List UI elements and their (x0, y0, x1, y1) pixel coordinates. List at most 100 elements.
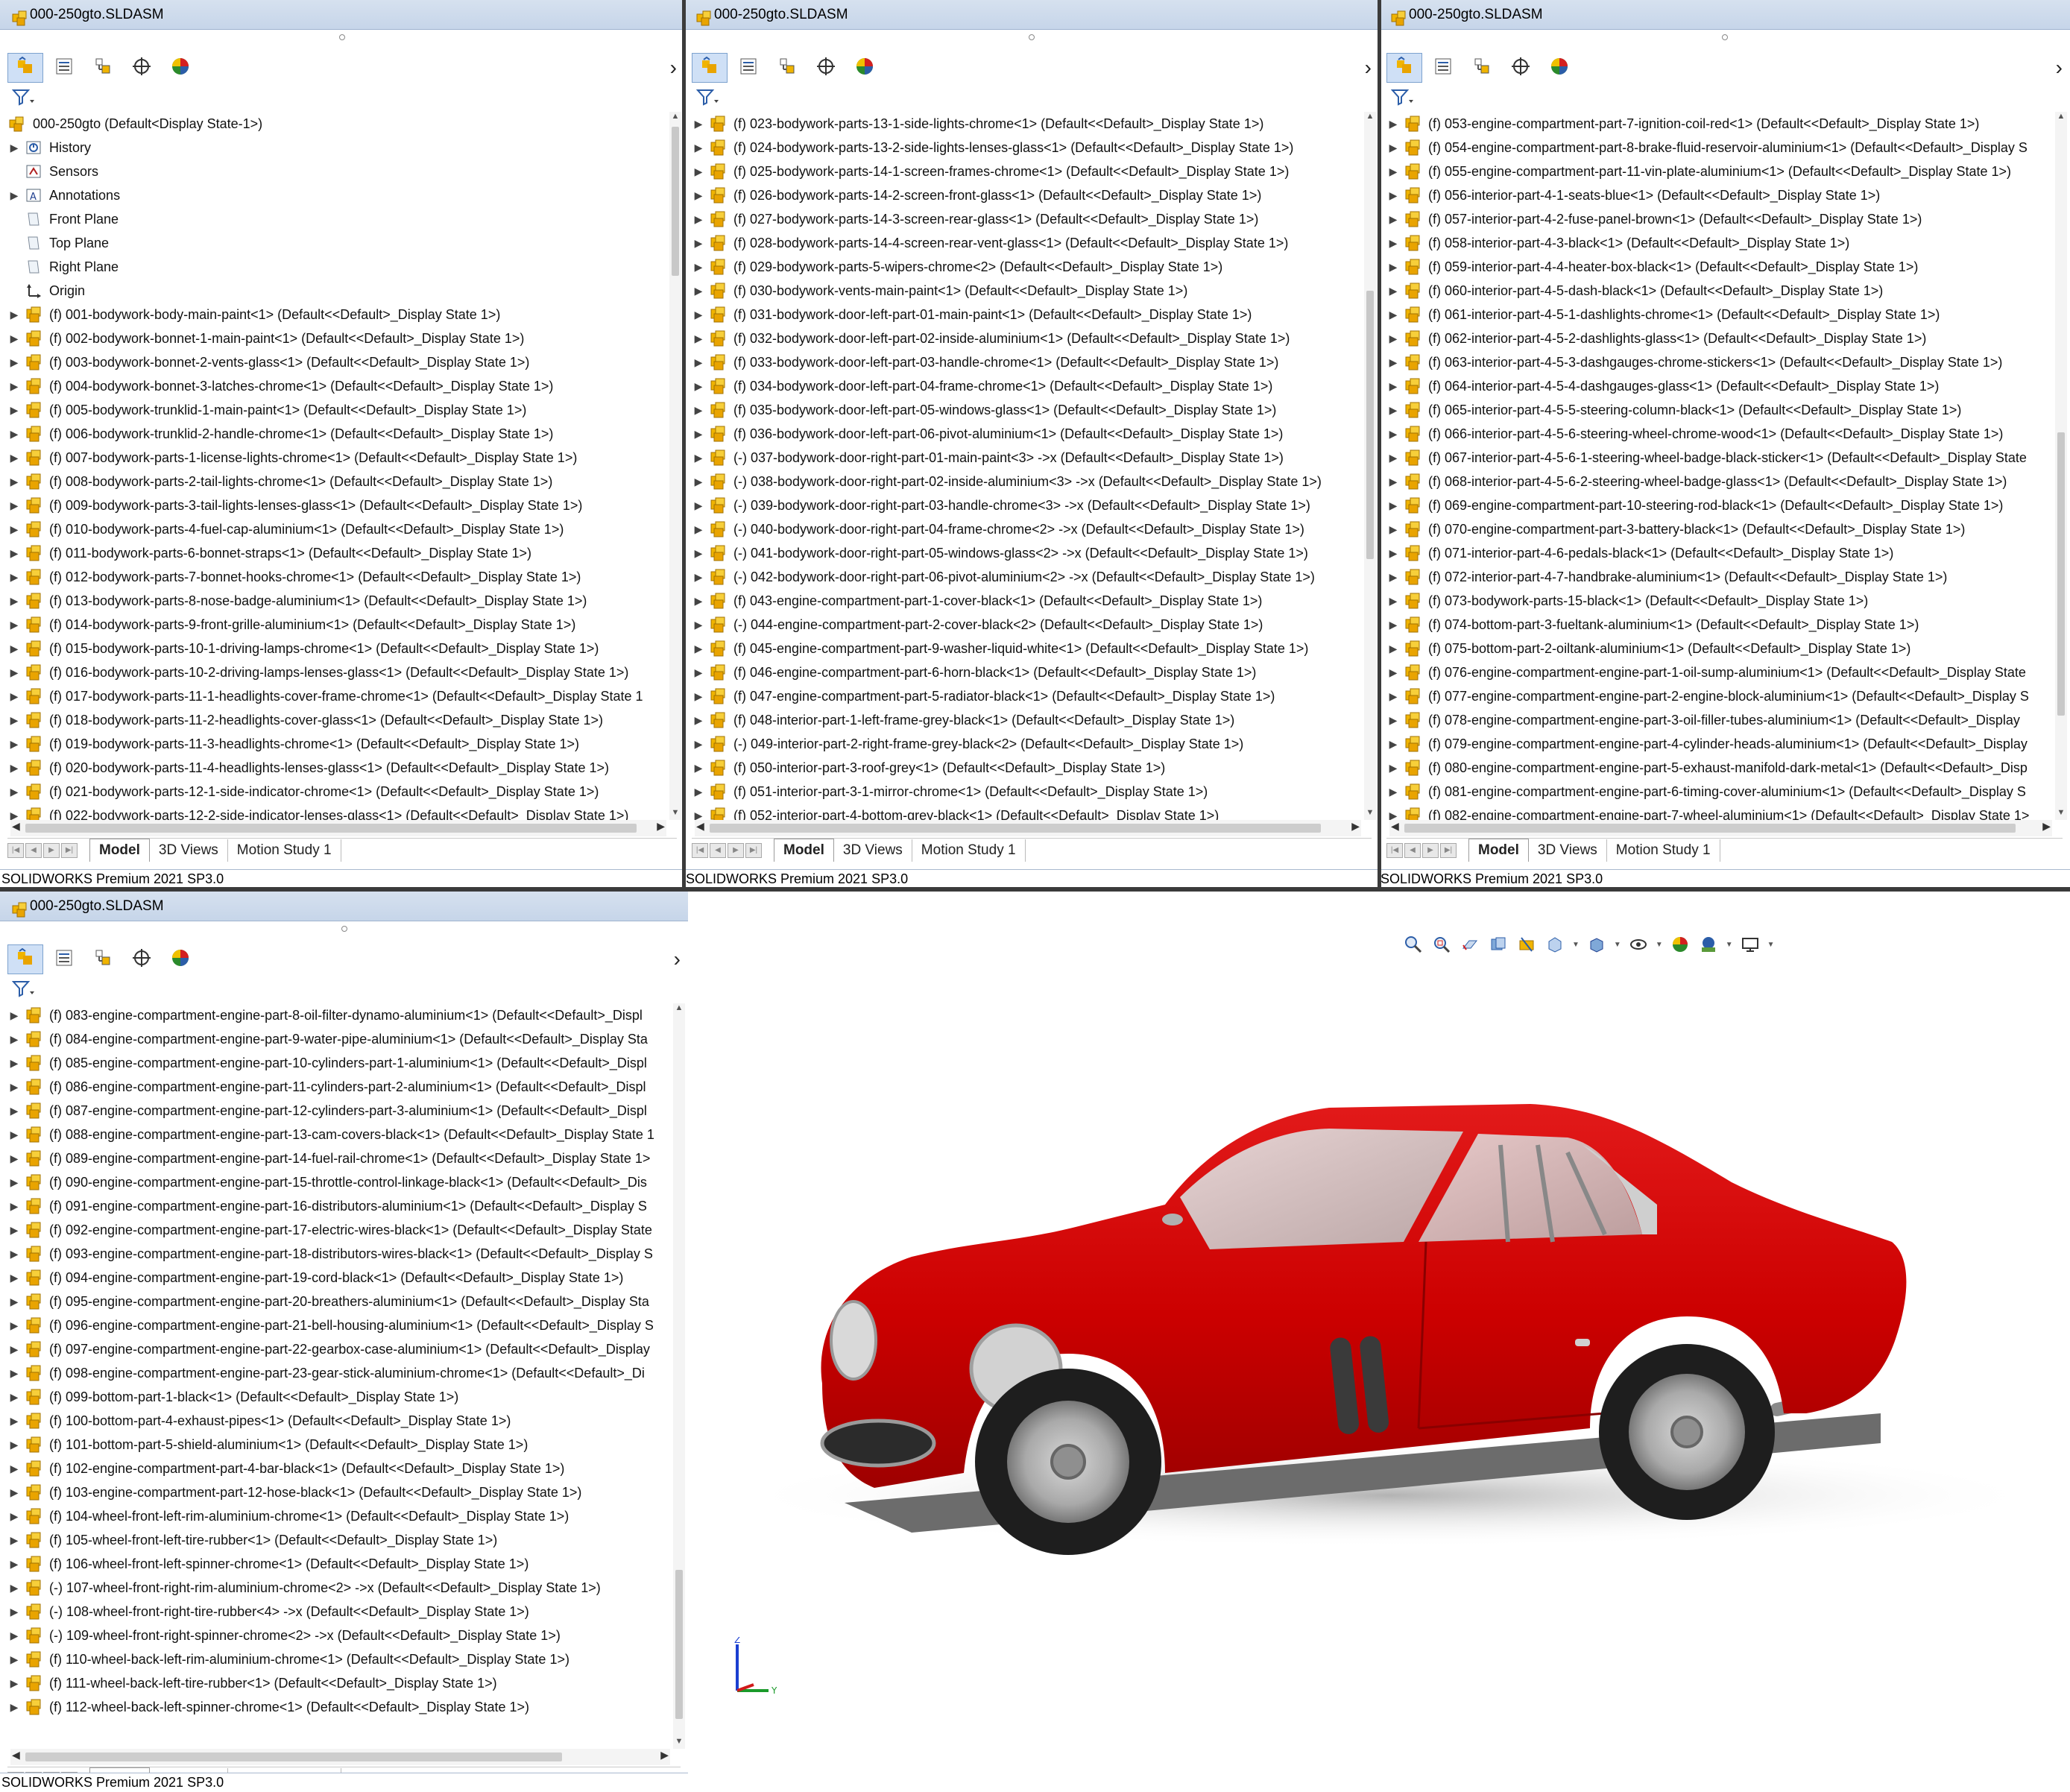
scrollbar-thumb[interactable] (672, 127, 679, 276)
expand-arrow-icon[interactable]: ▶ (6, 1606, 22, 1618)
expand-arrow-icon[interactable]: ▶ (6, 1701, 22, 1714)
featuremanager-tab[interactable] (1386, 53, 1422, 83)
scroll-up-arrow-icon[interactable]: ▲ (2055, 112, 2067, 124)
tab-motion-study[interactable]: Motion Study 1 (228, 839, 341, 862)
tree-item-component[interactable]: ▶ (f) 052-interior-part-4-bottom-grey-bla… (690, 804, 1363, 820)
displaymanager-tab[interactable] (847, 53, 883, 83)
tree-item-component[interactable]: ▶ (f) 014-bodywork-parts-9-front-grille-a… (6, 613, 668, 637)
chevron-right-icon[interactable]: › (674, 949, 681, 970)
tree-item-component[interactable]: ▶ (f) 089-engine-compartment-engine-part-… (6, 1146, 672, 1170)
expand-arrow-icon[interactable]: ▶ (6, 142, 22, 154)
tree-item-component[interactable]: ▶ (f) 077-engine-compartment-engine-part-… (1385, 684, 2054, 708)
expand-arrow-icon[interactable]: ▶ (1385, 142, 1401, 154)
expand-arrow-icon[interactable]: ▶ (6, 1343, 22, 1356)
tree-item-component[interactable]: ▶ (f) 094-engine-compartment-engine-part-… (6, 1266, 672, 1290)
tree-item-component[interactable]: ▶ (f) 076-engine-compartment-engine-part-… (1385, 660, 2054, 684)
tree-item-component[interactable]: ▶ (f) 093-engine-compartment-engine-part-… (6, 1242, 672, 1266)
expand-arrow-icon[interactable]: ▶ (6, 595, 22, 608)
tree-item-component[interactable]: ▶ (f) 064-interior-part-4-5-4-dashgauges-… (1385, 374, 2054, 398)
expand-arrow-icon[interactable]: ▶ (6, 476, 22, 488)
configurationmanager-tab[interactable] (85, 944, 121, 974)
tree-item-component[interactable]: ▶ (f) 100-bottom-part-4-exhaust-pipes<1> … (6, 1409, 672, 1433)
tree-item-component[interactable]: ▶ (f) 008-bodywork-parts-2-tail-lights-ch… (6, 470, 668, 493)
tab-3d-views[interactable]: 3D Views (1529, 839, 1607, 862)
expand-arrow-icon[interactable]: ▶ (1385, 762, 1401, 774)
tree-item-component[interactable]: ▶ (f) 005-bodywork-trunklid-1-main-paint<… (6, 398, 668, 422)
expand-arrow-icon[interactable]: ▶ (690, 142, 707, 154)
scroll-left-arrow-icon[interactable]: ◀ (12, 1749, 20, 1761)
displaymanager-tab[interactable] (1542, 53, 1577, 83)
tree-item-plane[interactable]: Top Plane (6, 231, 668, 255)
expand-arrow-icon[interactable]: ▶ (1385, 165, 1401, 178)
expand-arrow-icon[interactable]: ▶ (6, 1629, 22, 1642)
expand-arrow-icon[interactable]: ▶ (1385, 285, 1401, 297)
tree-item-component[interactable]: ▶ (f) 028-bodywork-parts-14-4-screen-rear… (690, 231, 1363, 255)
expand-arrow-icon[interactable]: ▶ (6, 1248, 22, 1261)
scrollbar-thumb[interactable] (675, 1570, 683, 1719)
expand-arrow-icon[interactable]: ▶ (6, 1296, 22, 1308)
tree-item-component[interactable]: ▶ (f) 101-bottom-part-5-shield-aluminium<… (6, 1433, 672, 1457)
expand-arrow-icon[interactable]: ▶ (1385, 213, 1401, 226)
expand-arrow-icon[interactable]: ▶ (690, 690, 707, 703)
tree-item-component[interactable]: ▶ (f) 023-bodywork-parts-13-1-side-lights… (690, 112, 1363, 136)
scroll-right-arrow-icon[interactable]: ▶ (657, 820, 665, 833)
tree-item-component[interactable]: ▶ (f) 104-wheel-front-left-rim-aluminium-… (6, 1504, 672, 1528)
expand-arrow-icon[interactable]: ▶ (1385, 666, 1401, 679)
tree-item-component[interactable]: ▶ (-) 108-wheel-front-right-tire-rubber<4… (6, 1600, 672, 1624)
featuremanager-tab[interactable] (692, 53, 728, 83)
tree-item-component[interactable]: ▶ (f) 078-engine-compartment-engine-part-… (1385, 708, 2054, 732)
chevron-right-icon[interactable]: › (2056, 57, 2063, 78)
expand-arrow-icon[interactable]: ▶ (1385, 452, 1401, 464)
tab-motion-study[interactable]: Motion Study 1 (912, 839, 1026, 862)
tree-item-component[interactable]: ▶ (f) 013-bodywork-parts-8-nose-badge-alu… (6, 589, 668, 613)
tree-item-component[interactable]: ▶ (f) 007-bodywork-parts-1-license-lights… (6, 446, 668, 470)
tree-item-plane[interactable]: Front Plane (6, 207, 668, 231)
expand-arrow-icon[interactable]: ▶ (6, 1486, 22, 1499)
expand-arrow-icon[interactable]: ▶ (690, 571, 707, 584)
expand-arrow-icon[interactable]: ▶ (690, 810, 707, 821)
chevron-right-icon[interactable]: › (670, 57, 677, 78)
tree-item-component[interactable]: ▶ (f) 095-engine-compartment-engine-part-… (6, 1290, 672, 1313)
tree-item-component[interactable]: ▶ (f) 061-interior-part-4-5-1-dashlights-… (1385, 303, 2054, 326)
scroll-down-arrow-icon[interactable]: ▼ (673, 1737, 685, 1749)
vertical-scrollbar[interactable]: ▲ ▼ (1364, 112, 1376, 820)
tree-item-component[interactable]: ▶ (f) 103-engine-compartment-part-12-hose… (6, 1480, 672, 1504)
expand-arrow-icon[interactable]: ▶ (690, 356, 707, 369)
tree-item-component[interactable]: ▶ (-) 042-bodywork-door-right-part-06-piv… (690, 565, 1363, 589)
car-model-250gto[interactable] (688, 892, 2070, 1782)
tree-item-component[interactable]: ▶ (f) 056-interior-part-4-1-seats-blue<1>… (1385, 183, 2054, 207)
tree-item-component[interactable]: ▶ (f) 071-interior-part-4-6-pedals-black<… (1385, 541, 2054, 565)
expand-arrow-icon[interactable]: ▶ (6, 499, 22, 512)
expand-arrow-icon[interactable]: ▶ (1385, 714, 1401, 727)
expand-arrow-icon[interactable]: ▶ (690, 666, 707, 679)
tree-item-component[interactable]: ▶ (f) 066-interior-part-4-5-6-steering-wh… (1385, 422, 2054, 446)
propertymanager-tab[interactable] (46, 944, 82, 974)
expand-arrow-icon[interactable]: ▶ (6, 452, 22, 464)
tree-item-component[interactable]: ▶ (f) 098-engine-compartment-engine-part-… (6, 1361, 672, 1385)
tree-item-component[interactable]: ▶ (f) 051-interior-part-3-1-mirror-chrome… (690, 780, 1363, 804)
featuremanager-tab[interactable] (7, 944, 43, 974)
chevron-right-icon[interactable]: › (1365, 57, 1372, 78)
tree-item-sensors[interactable]: Sensors (6, 160, 668, 183)
tree-item-component[interactable]: ▶ (-) 040-bodywork-door-right-part-04-fra… (690, 517, 1363, 541)
expand-arrow-icon[interactable]: ▶ (1385, 118, 1401, 130)
tree-item-component[interactable]: ▶ (f) 029-bodywork-parts-5-wipers-chrome<… (690, 255, 1363, 279)
scroll-right-arrow-icon[interactable]: ▶ (1351, 820, 1360, 833)
tree-item-component[interactable]: ▶ (-) 049-interior-part-2-right-frame-gre… (690, 732, 1363, 756)
tree-item-component[interactable]: ▶ (f) 011-bodywork-parts-6-bonnet-straps<… (6, 541, 668, 565)
tree-item-component[interactable]: ▶ (f) 043-engine-compartment-part-1-cover… (690, 589, 1363, 613)
expand-arrow-icon[interactable]: ▶ (1385, 571, 1401, 584)
tree-item-component[interactable]: ▶ (f) 097-engine-compartment-engine-part-… (6, 1337, 672, 1361)
horizontal-scrollbar[interactable]: ◀ ▶ (1389, 820, 2052, 836)
expand-arrow-icon[interactable]: ▶ (6, 619, 22, 631)
expand-arrow-icon[interactable]: ▶ (6, 1534, 22, 1547)
scroll-up-arrow-icon[interactable]: ▲ (673, 1003, 685, 1015)
tree-item-component[interactable]: ▶ (f) 045-engine-compartment-part-9-washe… (690, 637, 1363, 660)
expand-arrow-icon[interactable]: ▶ (1385, 332, 1401, 345)
tab-model[interactable]: Model (89, 839, 150, 862)
configurationmanager-tab[interactable] (769, 53, 805, 83)
tree-root[interactable]: 000-250gto (Default<Display State-1>) (6, 112, 668, 136)
vertical-scrollbar[interactable]: ▲ ▼ (673, 1003, 685, 1749)
tree-item-history[interactable]: ▶ History (6, 136, 668, 160)
filter-button[interactable] (1390, 85, 1413, 112)
